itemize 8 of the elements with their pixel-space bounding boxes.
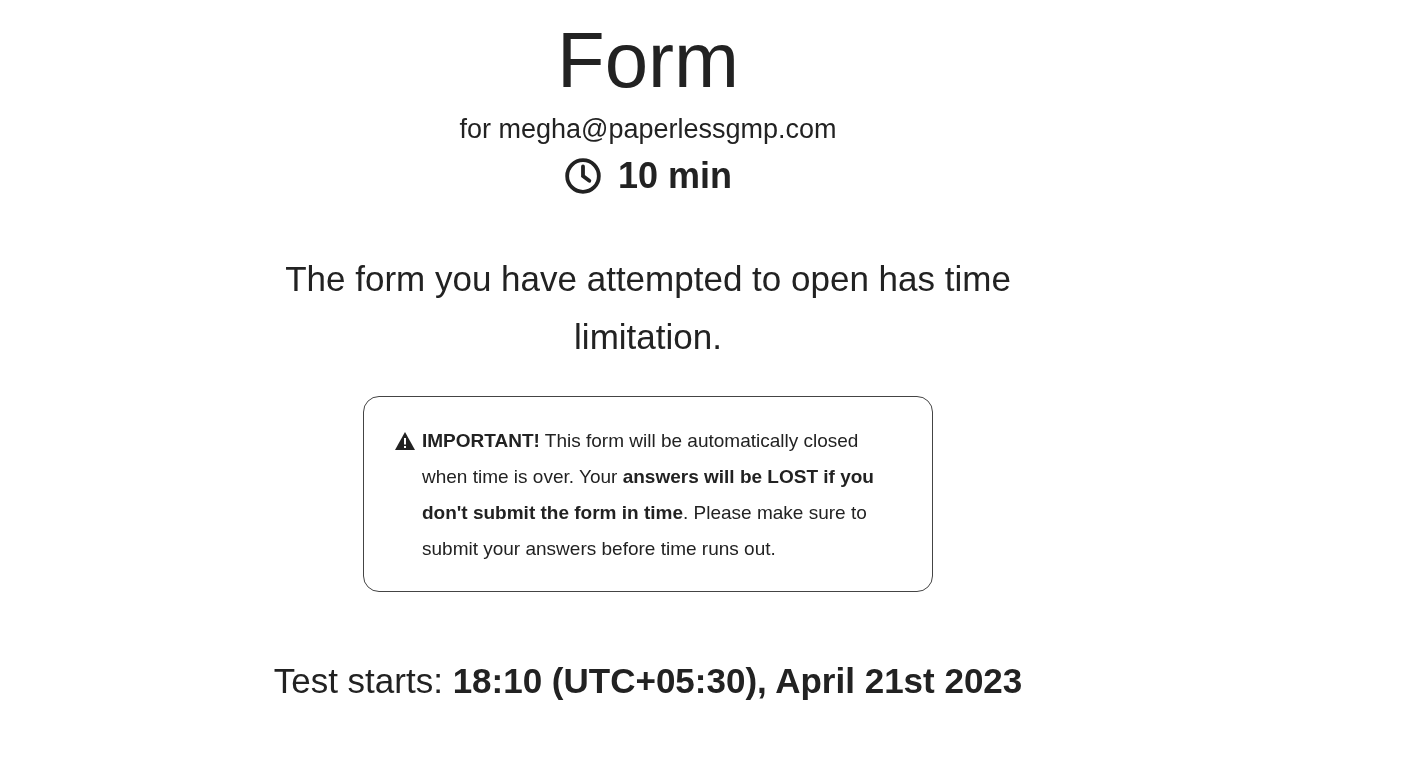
time-limit-message: The form you have attempted to open has time limitation.: [284, 258, 1012, 358]
warning-text: IMPORTANT! This form will be automatically closed when time is over. Your answers will be LOST if you don't submit the form in time. Please make sure to submit your answers before time runs out.: [422, 429, 875, 561]
clock-icon: [563, 157, 602, 195]
form-title: Form: [557, 15, 739, 106]
warning-icon: [394, 431, 416, 451]
test-start-time: Test starts: 18:10 (UTC+05:30), April 21st 2023: [273, 660, 1023, 702]
recipient-email: for megha@paperlessgmp.com: [459, 113, 837, 146]
duration-text: 10 min: [617, 154, 732, 198]
